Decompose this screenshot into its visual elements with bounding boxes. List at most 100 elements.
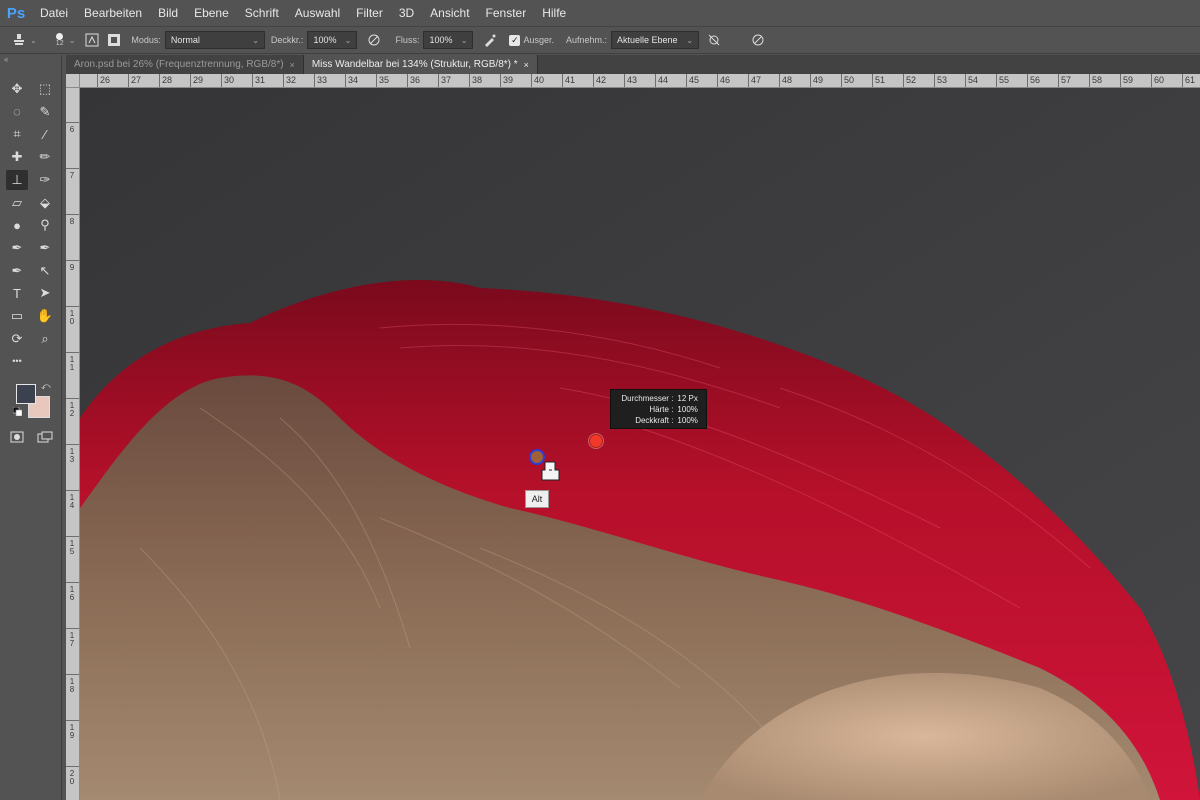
ruler-tick xyxy=(66,628,79,629)
foreground-color-swatch[interactable] xyxy=(16,384,36,404)
airbrush-icon[interactable] xyxy=(479,29,501,51)
rotate-view-icon[interactable]: ⟳ xyxy=(6,329,28,349)
ruler-label: 30 xyxy=(224,75,235,85)
ignore-adjustment-icon[interactable] xyxy=(703,29,725,51)
hand-icon[interactable]: ✋ xyxy=(34,306,56,326)
ruler-tick xyxy=(66,122,79,123)
ruler-label: 47 xyxy=(751,75,762,85)
quick-select-icon[interactable]: ✎ xyxy=(34,102,56,122)
close-icon[interactable]: × xyxy=(290,60,295,70)
direct-select-icon[interactable]: ↖ xyxy=(34,261,56,281)
aufnehm-select[interactable]: Aktuelle Ebene ⌄ xyxy=(611,31,700,49)
crop-icon[interactable]: ⌗ xyxy=(6,124,28,144)
ruler-label: 59 xyxy=(1123,75,1134,85)
ruler-tick xyxy=(97,74,98,87)
hud-value: 100% xyxy=(677,416,698,425)
menu-bar: Ps Datei Bearbeiten Bild Ebene Schrift Auswah… xyxy=(0,0,1200,26)
eyedropper-icon[interactable]: ⁄ xyxy=(34,124,56,144)
brush-icon[interactable]: ✏ xyxy=(34,147,56,167)
menu-item-hilfe[interactable]: Hilfe xyxy=(534,0,574,26)
ruler-tick xyxy=(252,74,253,87)
horizontal-ruler[interactable]: 26 27 28 29 30 31 32 33 34 35 36 37 38 39 40 41 42 43 44 45… xyxy=(80,74,1200,88)
type-icon[interactable]: T xyxy=(6,283,28,303)
quick-mask-icon[interactable] xyxy=(6,427,28,447)
ruler-tick xyxy=(407,74,408,87)
ruler-tick xyxy=(1027,74,1028,87)
ruler-label: 61 xyxy=(1185,75,1196,85)
ruler-tick xyxy=(996,74,997,87)
ruler-tick xyxy=(376,74,377,87)
path-select-icon[interactable]: ✒ xyxy=(6,261,28,281)
menu-item-datei[interactable]: Datei xyxy=(32,0,76,26)
pressure-size-icon[interactable] xyxy=(747,29,769,51)
ruler-label: 36 xyxy=(410,75,421,85)
menu-item-bild[interactable]: Bild xyxy=(150,0,186,26)
menu-item-auswahl[interactable]: Auswahl xyxy=(287,0,348,26)
ruler-label: 55 xyxy=(999,75,1010,85)
ruler-label: 28 xyxy=(162,75,173,85)
close-icon[interactable]: × xyxy=(524,60,529,70)
brush-settings-icon[interactable] xyxy=(81,29,103,51)
modus-select[interactable]: Normal ⌄ xyxy=(164,31,265,49)
tab-miss-wandelbar[interactable]: Miss Wandelbar bei 134% (Struktur, RGB/8… xyxy=(303,55,538,74)
ausger-checkbox[interactable]: ✓ xyxy=(509,34,521,46)
marquee-icon[interactable]: ⬚ xyxy=(34,79,56,99)
ruler-label: 34 xyxy=(348,75,359,85)
lasso-icon[interactable]: ◌ xyxy=(6,102,28,122)
rectangle-icon[interactable]: ▭ xyxy=(6,306,28,326)
deckkr-select[interactable]: 100% ⌄ xyxy=(307,31,358,49)
brush-size-label: 12 xyxy=(55,40,64,47)
menu-item-schrift[interactable]: Schrift xyxy=(237,0,287,26)
tab-aron[interactable]: Aron.psd bei 26% (Frequenztrennung, RGB/… xyxy=(66,55,304,74)
dodge-icon[interactable]: ⚲ xyxy=(34,215,56,235)
menu-item-fenster[interactable]: Fenster xyxy=(478,0,535,26)
menu-item-filter[interactable]: Filter xyxy=(348,0,391,26)
more-icon[interactable]: ••• xyxy=(6,351,28,371)
menu-item-ebene[interactable]: Ebene xyxy=(186,0,237,26)
ruler-tick xyxy=(593,74,594,87)
screen-mode-icon[interactable] xyxy=(34,427,56,447)
ruler-tick xyxy=(965,74,966,87)
menu-item-bearbeiten[interactable]: Bearbeiten xyxy=(76,0,150,26)
clone-stamp-icon[interactable]: ⊥ xyxy=(6,169,28,190)
toolbar-collapse-icon[interactable]: « xyxy=(0,55,61,65)
pen-alt-icon[interactable]: ✒ xyxy=(34,238,56,258)
ruler-label: 1 6 xyxy=(69,585,75,602)
preset-caret-icon[interactable]: ⌄ xyxy=(30,36,37,45)
ruler-tick xyxy=(66,214,79,215)
move-icon[interactable]: ✥ xyxy=(6,79,28,99)
ruler-tick xyxy=(66,720,79,721)
ruler-label: 53 xyxy=(937,75,948,85)
eraser-icon[interactable]: ▱ xyxy=(6,193,28,213)
menu-item-ansicht[interactable]: Ansicht xyxy=(422,0,477,26)
swap-colors-icon[interactable]: ⤺ xyxy=(41,381,51,392)
brush-caret-icon[interactable]: ⌄ xyxy=(69,36,76,45)
aufnehm-caret-icon: ⌄ xyxy=(686,35,694,45)
pressure-opacity-icon[interactable] xyxy=(363,29,385,51)
blur-icon[interactable]: ● xyxy=(6,215,28,235)
paint-bucket-icon[interactable]: ⬙ xyxy=(34,193,56,213)
vertical-ruler[interactable]: 6 7 8 9 1 0 1 1 1 2 1 3 1 4 1 5 1 6 1 7 1 8 1 9 2 0 xyxy=(66,88,80,800)
brush-preview[interactable]: 12 xyxy=(51,33,69,47)
zoom-icon[interactable]: ⌕ xyxy=(34,329,56,349)
ruler-label: 1 5 xyxy=(69,539,75,556)
default-colors-icon[interactable] xyxy=(12,406,23,417)
ruler-label: 52 xyxy=(906,75,917,85)
hud-key: Durchmesser : xyxy=(621,394,674,403)
pen-icon[interactable]: ✒ xyxy=(6,238,28,258)
clone-stamp-preset-icon[interactable] xyxy=(8,29,30,51)
document-canvas[interactable]: Durchmesser : 12 Px Härte : 100% Deckkra… xyxy=(80,88,1200,800)
aufnehm-label: Aufnehm.: xyxy=(565,35,608,45)
history-brush-icon[interactable]: ✑ xyxy=(34,170,56,190)
photoshop-logo[interactable]: Ps xyxy=(0,0,32,26)
path-arrow-icon[interactable]: ➤ xyxy=(34,283,56,303)
document-tabs: Aron.psd bei 26% (Frequenztrennung, RGB/… xyxy=(66,55,1200,74)
ruler-corner[interactable] xyxy=(66,74,80,88)
healing-icon[interactable]: ✚ xyxy=(6,147,28,167)
menu-item-3d[interactable]: 3D xyxy=(391,0,422,26)
ruler-tick xyxy=(66,766,79,767)
ruler-label: 46 xyxy=(720,75,731,85)
ruler-label: 6 xyxy=(69,125,75,134)
fluss-select[interactable]: 100% ⌄ xyxy=(423,31,474,49)
clone-source-icon[interactable] xyxy=(103,29,125,51)
